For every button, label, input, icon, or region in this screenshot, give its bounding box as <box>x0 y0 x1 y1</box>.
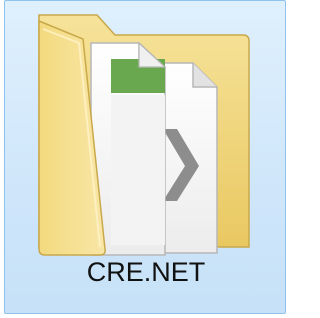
folder-icon <box>38 14 250 256</box>
folder-item-cre-net[interactable]: CRE.NET <box>4 0 286 314</box>
folder-label: CRE.NET <box>86 257 206 287</box>
